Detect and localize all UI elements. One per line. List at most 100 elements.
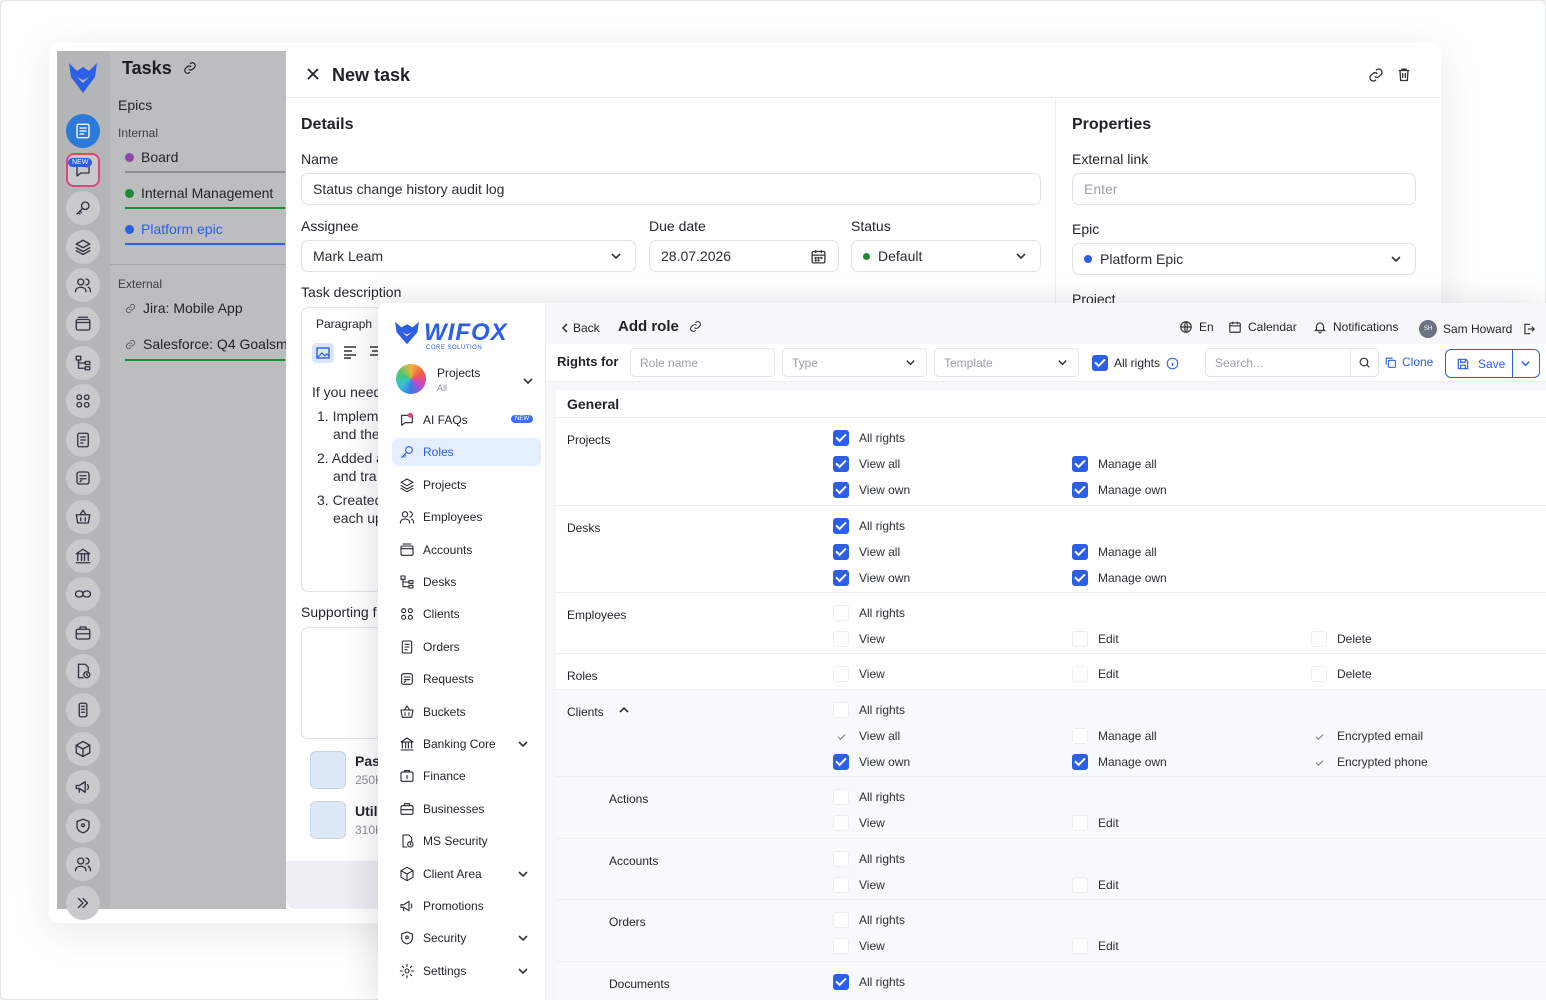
- permission-all-rights[interactable]: All rights: [833, 851, 905, 867]
- rail-wallet-icon[interactable]: [66, 307, 100, 341]
- checkbox[interactable]: [833, 430, 849, 446]
- image-icon[interactable]: [312, 343, 334, 363]
- checkbox[interactable]: [833, 974, 849, 990]
- permission-view[interactable]: View: [833, 631, 885, 647]
- trash-icon[interactable]: [1396, 66, 1412, 83]
- rail-tree-icon[interactable]: [66, 345, 100, 380]
- search-input[interactable]: Search...: [1205, 348, 1351, 377]
- clone-button[interactable]: Clone: [1384, 355, 1433, 369]
- rail-megaphone-icon[interactable]: [66, 770, 100, 805]
- permission-delete[interactable]: Delete: [1311, 631, 1372, 647]
- permission-manage-all[interactable]: Manage all: [1072, 544, 1157, 560]
- checkbox[interactable]: [1072, 570, 1088, 586]
- permission-view-all[interactable]: View all: [833, 728, 900, 744]
- chevron-up-icon[interactable]: [618, 704, 630, 716]
- permission-view-own[interactable]: View own: [833, 570, 910, 586]
- checkbox[interactable]: [1072, 666, 1088, 682]
- checkbox[interactable]: [1072, 482, 1088, 498]
- checkbox[interactable]: [833, 877, 849, 893]
- permission-all-rights[interactable]: All rights: [833, 702, 905, 718]
- checkbox[interactable]: [833, 815, 849, 831]
- checkbox[interactable]: [833, 518, 849, 534]
- format-select[interactable]: Paragraph: [316, 317, 372, 331]
- user-menu[interactable]: SH Sam Howard: [1419, 320, 1536, 338]
- checkbox[interactable]: [1311, 666, 1327, 682]
- logout-icon[interactable]: [1522, 322, 1536, 336]
- checkbox[interactable]: [1072, 631, 1088, 647]
- permission-view[interactable]: View: [833, 877, 885, 893]
- checkbox[interactable]: [1072, 544, 1088, 560]
- file-dropzone[interactable]: [301, 627, 381, 739]
- checkbox[interactable]: [1072, 728, 1088, 744]
- checkbox[interactable]: [833, 754, 849, 770]
- sidebar-item-businesses[interactable]: Businesses: [392, 795, 541, 823]
- link-icon[interactable]: [1368, 67, 1384, 83]
- role-name-input[interactable]: Role name: [630, 348, 775, 377]
- type-select[interactable]: Type: [782, 348, 927, 377]
- sidebar-item-desks[interactable]: Desks: [392, 568, 541, 596]
- permission-manage-all[interactable]: Manage all: [1072, 728, 1157, 744]
- checkbox[interactable]: [833, 728, 849, 744]
- checkbox[interactable]: [1072, 754, 1088, 770]
- permission-edit[interactable]: Edit: [1072, 877, 1119, 893]
- sidebar-item-roles[interactable]: Roles: [392, 438, 541, 467]
- search-button[interactable]: [1350, 348, 1379, 377]
- checkbox[interactable]: [833, 570, 849, 586]
- project-selector[interactable]: Projects All: [396, 362, 541, 400]
- permission-view[interactable]: View: [833, 666, 885, 682]
- permission-delete[interactable]: Delete: [1311, 666, 1372, 682]
- permission-view-own[interactable]: View own: [833, 754, 910, 770]
- rail-layers-icon[interactable]: [66, 229, 100, 264]
- permission-manage-own[interactable]: Manage own: [1072, 570, 1167, 586]
- rail-briefcase-icon[interactable]: [66, 615, 100, 650]
- checkbox[interactable]: [833, 605, 849, 621]
- sidebar-item-client-area[interactable]: Client Area: [392, 860, 541, 888]
- checkbox[interactable]: [833, 544, 849, 560]
- permission-all-rights[interactable]: All rights: [833, 430, 905, 446]
- external-item[interactable]: Salesforce: Q4 Goalsme: [125, 336, 290, 352]
- sidebar-item-promotions[interactable]: Promotions: [392, 892, 541, 920]
- rail-key-icon[interactable]: [66, 191, 100, 226]
- permission-edit[interactable]: Edit: [1072, 815, 1119, 831]
- back-button[interactable]: Back: [560, 321, 600, 335]
- permission-edit[interactable]: Edit: [1072, 631, 1119, 647]
- link-icon[interactable]: [689, 320, 702, 333]
- sidebar-item-requests[interactable]: Requests: [392, 665, 541, 693]
- name-input[interactable]: Status change history audit log: [301, 173, 1041, 205]
- checkbox[interactable]: [833, 456, 849, 472]
- rail-checklist-icon[interactable]: [66, 114, 100, 148]
- chevron-down-icon[interactable]: [1520, 358, 1531, 369]
- permission-all-rights[interactable]: All rights: [833, 605, 905, 621]
- checkbox[interactable]: [833, 789, 849, 805]
- checkbox[interactable]: [1311, 631, 1327, 647]
- rail-bank-icon[interactable]: [66, 538, 100, 573]
- permission-view-all[interactable]: View all: [833, 456, 900, 472]
- sidebar-item-projects[interactable]: Projects: [392, 471, 541, 499]
- epic-item[interactable]: Board: [125, 149, 290, 165]
- permission-manage-own[interactable]: Manage own: [1072, 754, 1167, 770]
- sidebar-item-ai-faqs[interactable]: AI FAQs NEW: [392, 406, 541, 434]
- checkbox[interactable]: [1311, 728, 1327, 744]
- sidebar-item-orders[interactable]: Orders: [392, 633, 541, 661]
- checkbox[interactable]: [1072, 456, 1088, 472]
- language-switch[interactable]: En: [1179, 320, 1214, 334]
- sidebar-item-finance[interactable]: Finance: [392, 762, 541, 790]
- rail-chain-icon[interactable]: [66, 577, 100, 612]
- sidebar-item-security[interactable]: Security: [392, 924, 541, 952]
- rail-basket-icon[interactable]: [66, 500, 100, 534]
- checkbox[interactable]: [833, 482, 849, 498]
- permission-view-own[interactable]: View own: [833, 482, 910, 498]
- calendar-link[interactable]: Calendar: [1228, 320, 1297, 334]
- epic-select[interactable]: Platform Epic: [1072, 243, 1416, 275]
- epic-item[interactable]: Internal Management: [125, 185, 290, 201]
- checkbox[interactable]: [833, 851, 849, 867]
- permission-all-rights[interactable]: All rights: [833, 974, 905, 990]
- permission-manage-own[interactable]: Manage own: [1072, 482, 1167, 498]
- checkbox[interactable]: [833, 702, 849, 718]
- permission-view-all[interactable]: View all: [833, 544, 900, 560]
- save-button[interactable]: Save: [1445, 349, 1540, 378]
- rail-orders-icon[interactable]: [66, 422, 100, 457]
- rail-device-icon[interactable]: [66, 693, 100, 727]
- notifications-link[interactable]: Notifications: [1313, 320, 1398, 334]
- rail-cube-icon[interactable]: [66, 731, 100, 766]
